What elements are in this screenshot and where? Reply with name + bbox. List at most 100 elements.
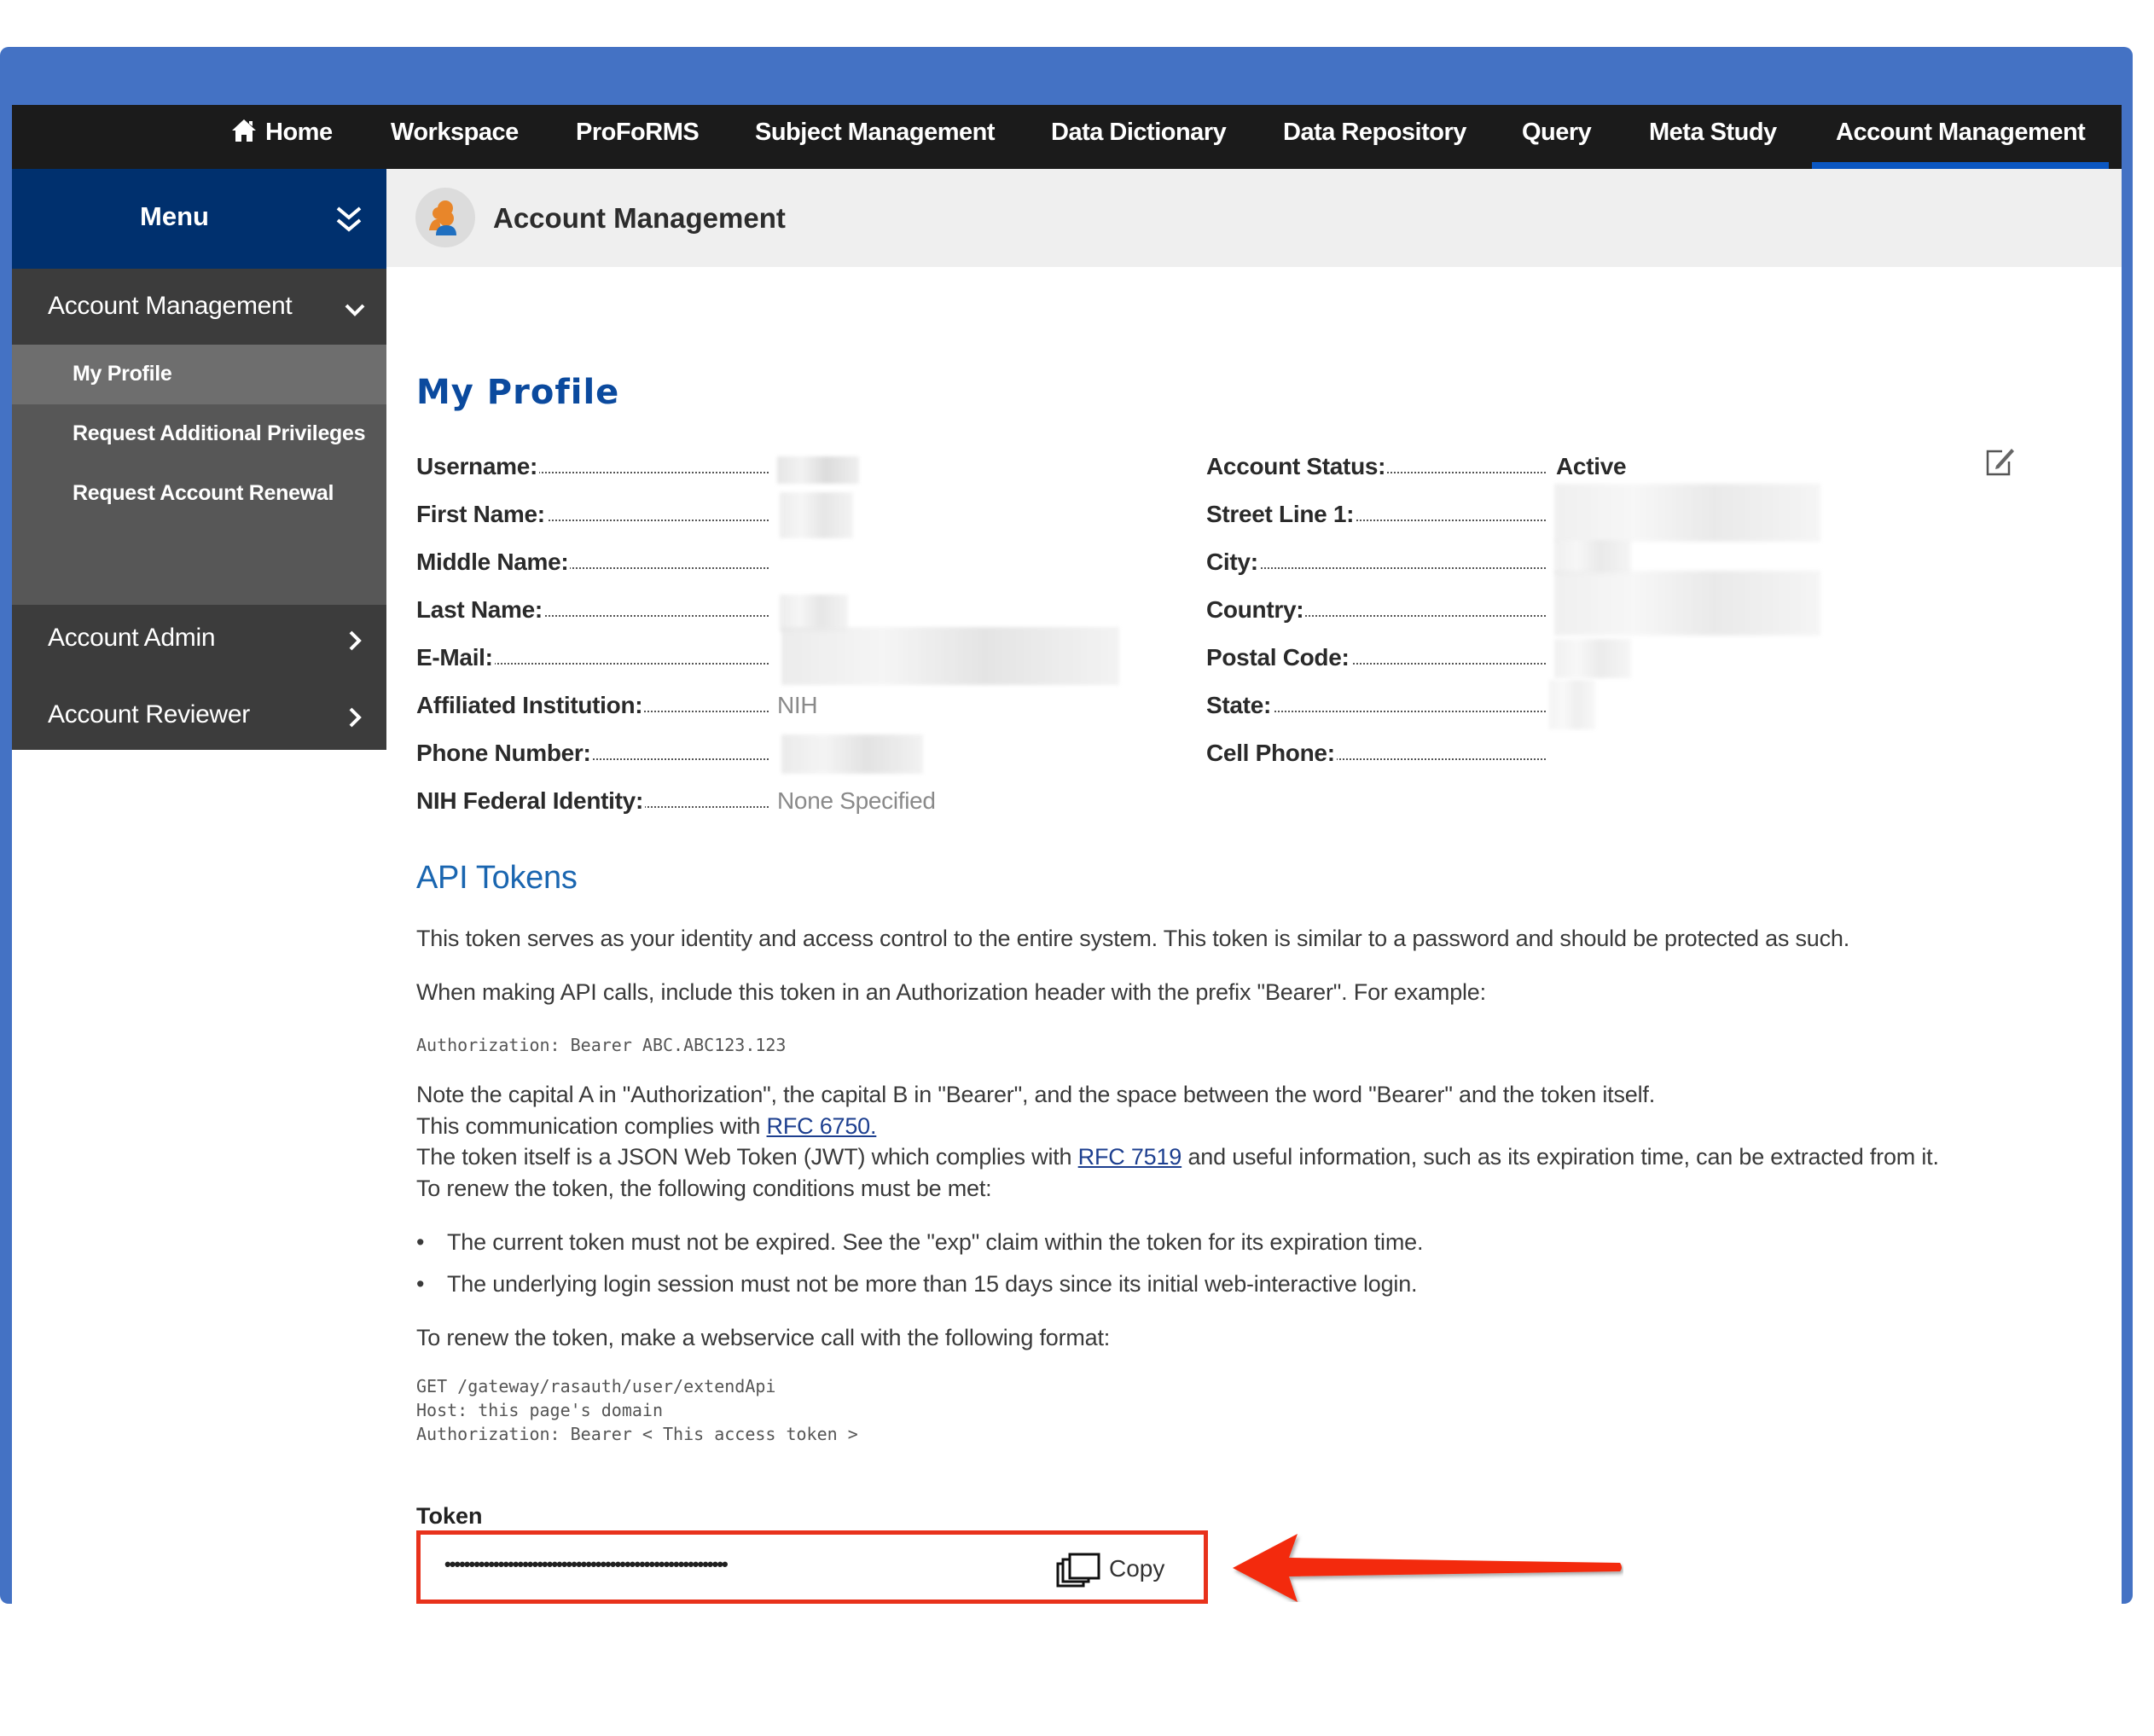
field-country: Country:: [1206, 571, 1889, 636]
profile-heading: My Profile: [416, 373, 620, 412]
field-label: Postal Code:: [1206, 644, 1351, 671]
redacted-value: [1554, 484, 1820, 542]
main-content: My Profile Username: First Name: Middle …: [416, 267, 2114, 1640]
field-label: Middle Name:: [416, 549, 571, 576]
note-rfc7519: The token itself is a JSON Web Token (JW…: [416, 1144, 1939, 1170]
field-nih-federal-identity: NIH Federal Identity: None Specified: [416, 787, 1184, 822]
sidebar-item-label: Request Additional Privileges: [73, 421, 366, 445]
menu-title: Menu: [140, 201, 209, 231]
sidebar-submenu: My Profile Request Additional Privileges…: [12, 345, 386, 605]
token-input[interactable]: ••••••••••••••••••••••••••••••••••••••••…: [444, 1553, 729, 1576]
users-icon: [415, 188, 475, 247]
home-icon: [232, 119, 256, 142]
token-label: Token: [416, 1503, 483, 1529]
sidebar-item-my-profile[interactable]: My Profile: [12, 345, 386, 404]
sidebar-group-label: Account Management: [48, 292, 293, 320]
field-email: E-Mail:: [416, 627, 1184, 685]
field-label: State:: [1206, 692, 1273, 719]
field-label: E-Mail:: [416, 644, 495, 671]
authorization-example: Authorization: Bearer ABC.ABC123.123: [416, 1035, 787, 1055]
page-title: Account Management: [493, 202, 786, 234]
redacted-value: [781, 627, 1119, 685]
note-capitalization: Note the capital A in "Authorization", t…: [416, 1082, 1655, 1107]
renew-instructions: To renew the token, make a webservice ca…: [416, 1325, 1111, 1350]
field-label: First Name:: [416, 501, 547, 528]
sidebar-group-label: Account Admin: [48, 624, 216, 652]
sidebar-item-request-additional-privileges[interactable]: Request Additional Privileges: [12, 404, 386, 464]
api-tokens-usage: When making API calls, include this toke…: [416, 979, 1486, 1005]
note-text: This communication complies with: [416, 1113, 767, 1139]
field-last-name: Last Name:: [416, 595, 1184, 632]
sidebar-item-label: My Profile: [73, 362, 172, 386]
sidebar-item-label: Request Account Renewal: [73, 481, 334, 505]
field-label: Cell Phone:: [1206, 740, 1337, 767]
field-affiliated-institution: Affiliated Institution: NIH: [416, 692, 1184, 726]
nav-home-label: Home: [265, 119, 333, 146]
app-window: Home Workspace ProFoRMS Subject Manageme…: [12, 105, 2122, 1640]
field-postal-code: Postal Code:: [1206, 639, 1889, 678]
copy-icon: [1056, 1553, 1100, 1588]
nav-proforms[interactable]: ProFoRMS: [576, 105, 700, 169]
field-username: Username:: [416, 453, 1184, 487]
field-street-line-1: Street Line 1:: [1206, 484, 1889, 542]
field-value: NIH: [777, 692, 818, 718]
field-first-name: First Name:: [416, 492, 1184, 538]
nav-account-management[interactable]: Account Management: [1811, 105, 2110, 169]
note-renew-conditions: To renew the token, the following condit…: [416, 1176, 992, 1201]
token-field-highlight: ••••••••••••••••••••••••••••••••••••••••…: [416, 1530, 1208, 1604]
field-middle-name: Middle Name:: [416, 549, 1184, 583]
nav-meta-study[interactable]: Meta Study: [1649, 105, 1777, 169]
copy-label: Copy: [1109, 1555, 1165, 1582]
field-account-status: Account Status: Active: [1206, 453, 1889, 487]
annotation-arrow-icon: [1233, 1534, 1622, 1602]
sidebar: Menu Account Management My Profile Reque…: [12, 169, 386, 750]
field-label: City:: [1206, 549, 1260, 576]
note-text: and useful information, such as its expi…: [1182, 1144, 1939, 1170]
field-cell-phone: Cell Phone:: [1206, 740, 1889, 774]
redacted-value: [1554, 571, 1820, 636]
redacted-value: [1554, 540, 1631, 574]
redacted-value: [1549, 680, 1595, 729]
edit-icon[interactable]: [1983, 444, 2018, 479]
nav-workspace[interactable]: Workspace: [391, 105, 519, 169]
nav-home[interactable]: Home: [231, 105, 333, 169]
condition-text: The underlying login session must not be…: [447, 1271, 1418, 1297]
field-value: Active: [1556, 453, 1627, 479]
api-tokens-heading: API Tokens: [416, 860, 578, 896]
rfc-6750-link[interactable]: RFC 6750.: [767, 1113, 877, 1139]
field-label: Affiliated Institution:: [416, 692, 645, 719]
field-label: Username:: [416, 453, 540, 480]
double-chevron-down-icon[interactable]: [334, 203, 363, 235]
nav-subject-management[interactable]: Subject Management: [755, 105, 996, 169]
redacted-value: [1554, 639, 1631, 678]
rfc-7519-link[interactable]: RFC 7519: [1078, 1144, 1182, 1170]
sidebar-group-account-admin[interactable]: Account Admin: [12, 605, 386, 682]
nav-query[interactable]: Query: [1522, 105, 1592, 169]
chevron-right-icon: [349, 707, 362, 728]
chevron-right-icon: [349, 630, 362, 651]
redacted-value: [777, 456, 859, 484]
menu-header[interactable]: Menu: [12, 169, 386, 269]
redacted-value: [781, 734, 923, 774]
nav-data-repository[interactable]: Data Repository: [1283, 105, 1466, 169]
sidebar-group-account-reviewer[interactable]: Account Reviewer: [12, 682, 386, 750]
note-text: The token itself is a JSON Web Token (JW…: [416, 1144, 1078, 1170]
sidebar-item-request-account-renewal[interactable]: Request Account Renewal: [12, 464, 386, 524]
page-header: Account Management: [386, 169, 2122, 267]
field-phone-number: Phone Number:: [416, 734, 1184, 774]
api-tokens-description: This token serves as your identity and a…: [416, 926, 1850, 951]
chevron-down-icon: [345, 304, 365, 316]
nav-data-dictionary[interactable]: Data Dictionary: [1051, 105, 1227, 169]
field-label: NIH Federal Identity:: [416, 787, 645, 815]
sidebar-group-account-management[interactable]: Account Management: [12, 269, 386, 345]
top-navigation: Home Workspace ProFoRMS Subject Manageme…: [12, 105, 2122, 169]
condition-text: The current token must not be expired. S…: [447, 1229, 1424, 1255]
field-value: None Specified: [777, 787, 936, 814]
field-label: Account Status:: [1206, 453, 1388, 480]
note-rfc6750: This communication complies with RFC 675…: [416, 1113, 877, 1140]
field-state: State:: [1206, 680, 1889, 729]
field-label: Phone Number:: [416, 740, 593, 767]
sidebar-group-label: Account Reviewer: [48, 700, 250, 729]
field-label: Last Name:: [416, 596, 544, 624]
screenshot-frame: Home Workspace ProFoRMS Subject Manageme…: [0, 47, 2133, 1640]
